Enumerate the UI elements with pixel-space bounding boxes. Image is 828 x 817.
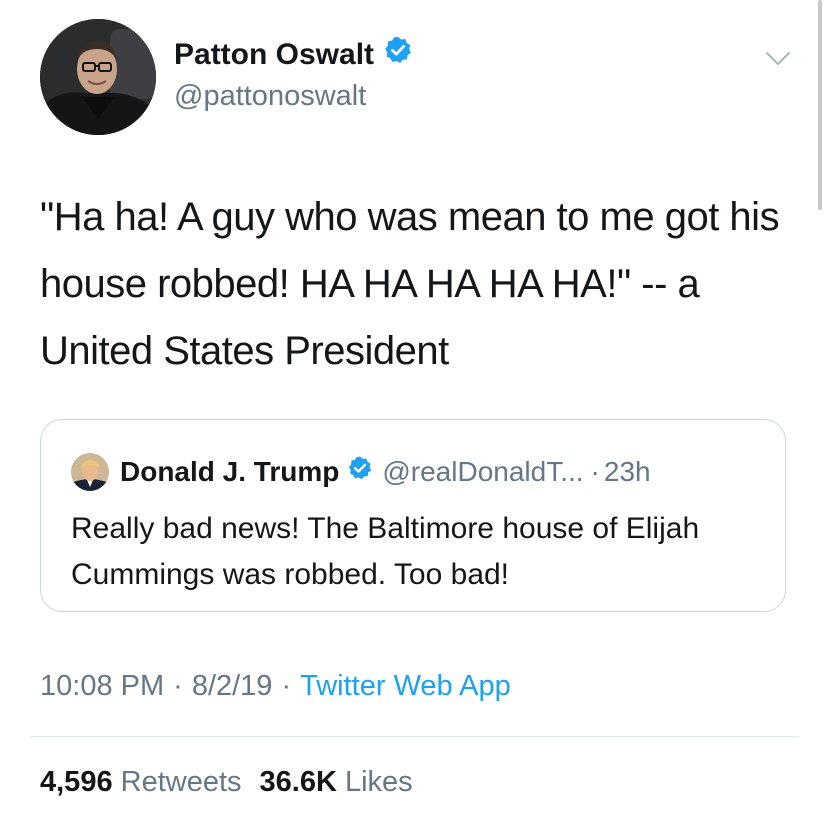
tweet-text: "Ha ha! A guy who was mean to me got his…	[40, 195, 780, 373]
quoted-tweet-handle[interactable]: @realDonaldT...	[382, 455, 583, 489]
quoted-tweet-avatar	[71, 453, 109, 491]
tweet-meta: 10:08 PM · 8/2/19 · Twitter Web App	[40, 666, 511, 706]
quoted-tweet-name[interactable]: Donald J. Trump	[120, 455, 339, 489]
meta-separator: ·	[173, 670, 183, 702]
verified-badge-icon	[347, 455, 373, 489]
likes-label: Likes	[344, 766, 413, 798]
author-handle[interactable]: @pattonoswalt	[174, 78, 366, 114]
quoted-tweet-dot: ·	[590, 456, 600, 487]
tweet-stats: 4,596 Retweets 36.6K Likes	[40, 762, 413, 802]
verified-badge-icon	[383, 35, 413, 74]
tweet-date[interactable]: 8/2/19	[192, 670, 273, 702]
quoted-tweet-header: Donald J. Trump @realDonaldT... · 23h	[71, 453, 651, 491]
tweet-source-link[interactable]: Twitter Web App	[300, 670, 511, 702]
quoted-tweet-card[interactable]: Donald J. Trump @realDonaldT... · 23h Re…	[40, 419, 786, 612]
quoted-tweet-text: Really bad news! The Baltimore house of …	[71, 512, 700, 591]
author-name-text[interactable]: Patton Oswalt	[174, 37, 374, 73]
quoted-tweet-time[interactable]: 23h	[604, 455, 651, 489]
author-name[interactable]: Patton Oswalt	[174, 35, 413, 74]
author-avatar[interactable]	[40, 19, 156, 135]
tweet-time[interactable]: 10:08 PM	[40, 670, 164, 702]
chevron-down-icon[interactable]	[764, 50, 792, 73]
scroll-indicator[interactable]	[818, 0, 822, 210]
retweets-stat[interactable]: 4,596 Retweets	[40, 766, 242, 798]
likes-stat[interactable]: 36.6K Likes	[260, 766, 413, 798]
divider	[30, 736, 799, 737]
retweets-label: Retweets	[120, 766, 242, 798]
avatar-photo	[40, 19, 156, 135]
meta-separator: ·	[281, 670, 292, 702]
retweets-count: 4,596	[40, 766, 113, 798]
likes-count: 36.6K	[259, 766, 337, 798]
